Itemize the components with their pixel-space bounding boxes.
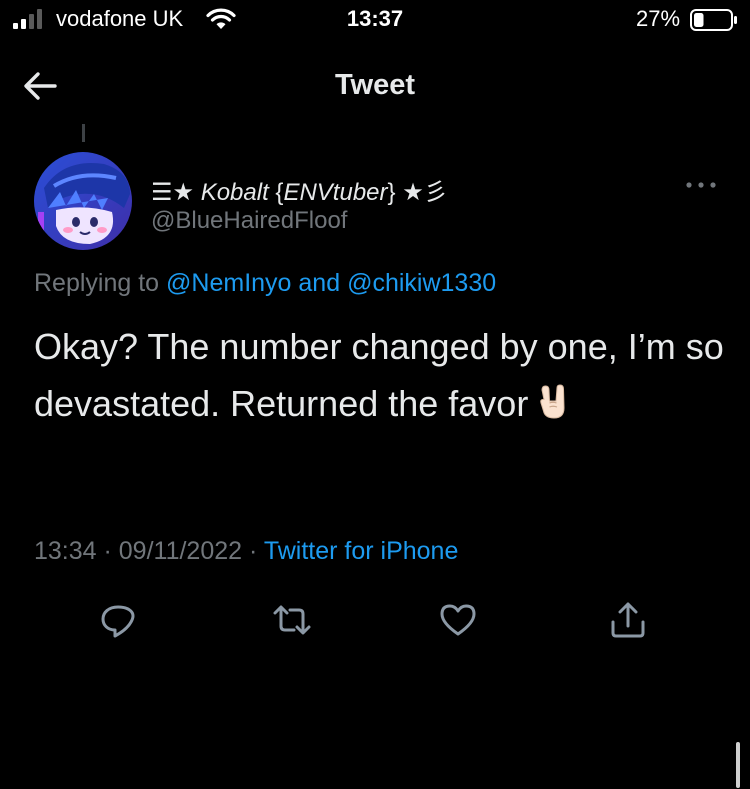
mention-link-1[interactable]: @NemInyo — [166, 269, 291, 297]
name-suffix: } ★彡 — [387, 179, 448, 206]
name-prefix: ☰★ — [151, 179, 201, 206]
like-icon[interactable] — [438, 600, 478, 640]
tweet-time: 13:34 — [34, 537, 97, 565]
name-tag: ENVtuber — [283, 179, 388, 206]
share-icon[interactable] — [608, 600, 648, 640]
tweet-date: 09/11/2022 — [118, 537, 243, 565]
scroll-indicator — [736, 742, 740, 788]
battery-icon — [690, 9, 737, 31]
avatar[interactable] — [34, 152, 132, 250]
more-options-icon[interactable] — [684, 175, 718, 195]
action-bar — [0, 600, 750, 640]
retweet-icon[interactable] — [272, 600, 312, 640]
thread-connector — [82, 124, 85, 142]
meta-separator: · — [96, 537, 119, 565]
name-italic: Kobalt — [200, 179, 269, 206]
replying-label: Replying to — [34, 269, 167, 297]
tweet-meta: 13:34 · 09/11/2022 · Twitter for iPhone — [34, 537, 458, 566]
page-title: Tweet — [334, 69, 416, 101]
user-handle[interactable]: @BlueHairedFloof — [151, 207, 347, 235]
display-name[interactable]: ☰★ Kobalt {ENVtuber} ★彡 — [151, 172, 448, 207]
status-bar: vodafone UK 13:37 27% — [0, 0, 750, 44]
reply-icon[interactable] — [98, 600, 138, 640]
name-middle: { — [268, 179, 284, 206]
tweet-body: Okay? The number changed by one, I’m so … — [34, 318, 724, 432]
meta-separator: · — [242, 537, 264, 565]
mention-link-2[interactable]: @chikiw1330 — [347, 269, 496, 297]
tweet-source-link[interactable]: Twitter for iPhone — [264, 537, 459, 565]
tweet-text: Okay? The number changed by one, I’m so … — [34, 326, 724, 424]
replying-to: Replying to @NemInyo and @chikiw1330 — [34, 269, 496, 298]
mention-conjunction: and — [291, 269, 348, 297]
nav-header: Tweet — [0, 60, 750, 110]
battery-percent: 27% — [636, 6, 681, 31]
sign-of-the-horns-emoji — [540, 384, 565, 419]
